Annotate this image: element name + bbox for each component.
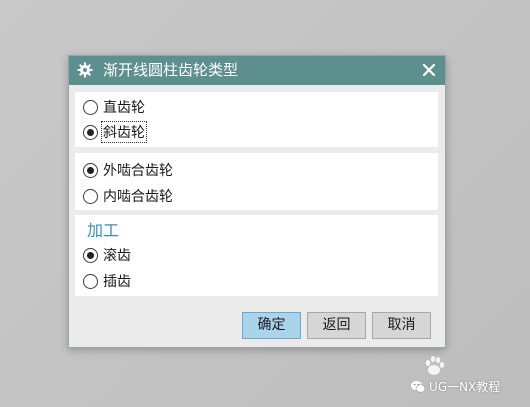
radio-external-mesh[interactable]: 外啮合齿轮 [83, 160, 174, 180]
watermark-text: UG一NX教程 [429, 380, 501, 394]
radio-label: 斜齿轮 [101, 121, 147, 143]
radio-label: 直齿轮 [103, 100, 145, 116]
section-title-machining: 加工 [87, 221, 120, 240]
radio-button[interactable] [83, 188, 98, 204]
radio-helical-gear[interactable]: 斜齿轮 [83, 121, 147, 143]
radio-label: 内啮合齿轮 [103, 189, 173, 205]
tooth-type-group: 直齿轮 斜齿轮 [75, 92, 438, 147]
gear-type-dialog: 渐开线圆柱齿轮类型 直齿轮 斜齿轮 外啮合齿轮 内啮合齿轮 加工 滚齿 插齿 确… [68, 55, 446, 348]
radio-button[interactable] [83, 124, 98, 140]
mesh-type-group: 外啮合齿轮 内啮合齿轮 [75, 153, 438, 210]
radio-internal-mesh[interactable]: 内啮合齿轮 [83, 186, 174, 206]
radio-button[interactable] [83, 162, 98, 178]
radio-button[interactable] [83, 99, 98, 115]
cancel-button[interactable]: 取消 [372, 312, 431, 339]
dialog-title: 渐开线圆柱齿轮类型 [103, 61, 239, 79]
radio-label: 滚齿 [103, 248, 131, 264]
radio-hobbing[interactable]: 滚齿 [83, 245, 132, 265]
ok-button[interactable]: 确定 [242, 312, 301, 339]
back-button[interactable]: 返回 [307, 312, 366, 339]
radio-label: 插齿 [103, 274, 131, 290]
close-icon[interactable] [421, 62, 437, 78]
radio-spur-gear[interactable]: 直齿轮 [83, 97, 146, 117]
title-bar: 渐开线圆柱齿轮类型 [69, 56, 445, 85]
wechat-icon [411, 381, 426, 393]
gear-icon [77, 62, 93, 78]
radio-button[interactable] [83, 247, 98, 263]
radio-label: 外啮合齿轮 [103, 163, 173, 179]
machining-group: 加工 滚齿 插齿 [75, 215, 438, 296]
radio-shaping[interactable]: 插齿 [83, 271, 132, 291]
radio-button[interactable] [83, 273, 98, 289]
watermark: UG一NX教程 [410, 354, 528, 404]
baidu-paw-logo [425, 356, 445, 375]
